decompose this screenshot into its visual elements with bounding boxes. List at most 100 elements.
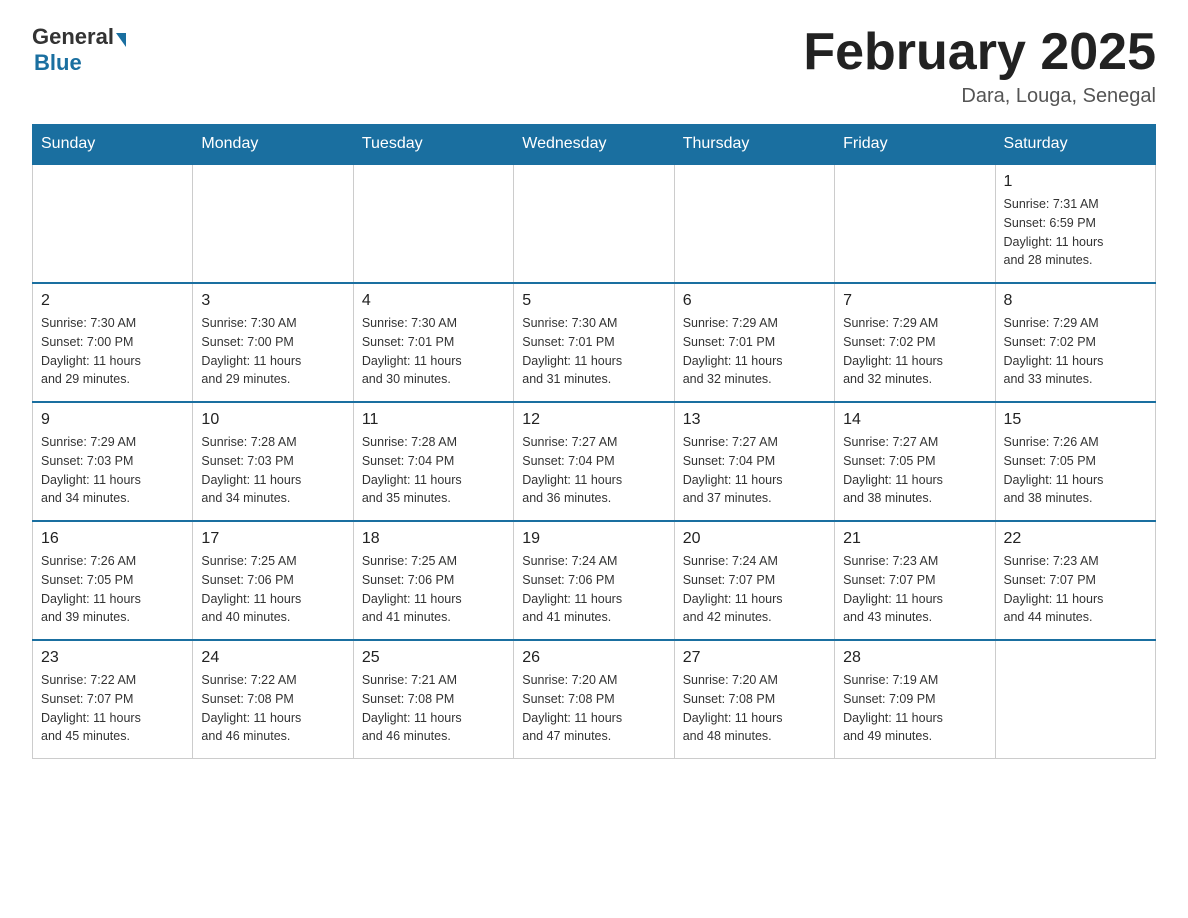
calendar-cell: 22Sunrise: 7:23 AM Sunset: 7:07 PM Dayli… (995, 521, 1155, 640)
calendar-cell: 24Sunrise: 7:22 AM Sunset: 7:08 PM Dayli… (193, 640, 353, 759)
weekday-header-sunday: Sunday (33, 125, 193, 165)
day-number: 20 (683, 530, 826, 548)
calendar-cell: 8 Sunrise: 7:29 AM Sunset: 7:02 PM Daylig… (995, 283, 1155, 402)
calendar-cell: 2Sunrise: 7:30 AM Sunset: 7:00 PM Daylig… (33, 283, 193, 402)
day-info: Sunrise: 7:29 AM Sunset: 7:02 PM Dayligh… (1004, 314, 1147, 389)
day-info: Sunrise: 7:30 AM Sunset: 7:01 PM Dayligh… (362, 314, 505, 389)
weekday-header-friday: Friday (835, 125, 995, 165)
calendar-cell: 25 Sunrise: 7:21 AM Sunset: 7:08 PM Dayli… (353, 640, 513, 759)
day-number: 9 (41, 411, 184, 429)
calendar-cell: 16 Sunrise: 7:26 AM Sunset: 7:05 PM Dayli… (33, 521, 193, 640)
day-number: 10 (201, 411, 344, 429)
day-number: 18 (362, 530, 505, 548)
day-number: 23 (41, 649, 184, 667)
day-info: Sunrise: 7:21 AM Sunset: 7:08 PM Dayligh… (362, 671, 505, 746)
calendar-cell: 28 Sunrise: 7:19 AM Sunset: 7:09 PM Dayli… (835, 640, 995, 759)
day-number: 19 (522, 530, 665, 548)
calendar-week-2: 2 Sunrise: 7:30 AM Sunset: 7:00 PM Daylig… (33, 283, 1156, 402)
weekday-header-row: SundayMondayTuesdayWednesdayThursdayFrid… (33, 125, 1156, 165)
weekday-header-wednesday: Wednesday (514, 125, 674, 165)
logo: General Blue (32, 24, 126, 76)
logo-blue-text: Blue (34, 50, 82, 76)
calendar-cell: 13Sunrise: 7:27 AM Sunset: 7:04 PM Dayli… (674, 402, 834, 521)
day-number: 12 (522, 411, 665, 429)
day-number: 17 (201, 530, 344, 548)
calendar-cell: 26 Sunrise: 7:20 AM Sunset: 7:08 PM Dayli… (514, 640, 674, 759)
calendar-week-3: 9 Sunrise: 7:29 AM Sunset: 7:03 PM Daylig… (33, 402, 1156, 521)
calendar-cell: 15 Sunrise: 7:26 AM Sunset: 7:05 PM Dayli… (995, 402, 1155, 521)
day-info: Sunrise: 7:20 AM Sunset: 7:08 PM Dayligh… (683, 671, 826, 746)
day-number: 6 (683, 292, 826, 310)
calendar-cell (353, 164, 513, 283)
calendar-cell (193, 164, 353, 283)
day-number: 21 (843, 530, 986, 548)
weekday-header-thursday: Thursday (674, 125, 834, 165)
day-info: Sunrise: 7:25 AM Sunset: 7:06 PM Dayligh… (362, 552, 505, 627)
day-number: 25 (362, 649, 505, 667)
calendar-cell (995, 640, 1155, 759)
calendar-cell: 23Sunrise: 7:22 AM Sunset: 7:07 PM Dayli… (33, 640, 193, 759)
calendar-cell: 10 Sunrise: 7:28 AM Sunset: 7:03 PM Dayli… (193, 402, 353, 521)
day-info: Sunrise: 7:31 AM Sunset: 6:59 PM Dayligh… (1004, 195, 1147, 270)
calendar-cell (514, 164, 674, 283)
day-info: Sunrise: 7:22 AM Sunset: 7:08 PM Dayligh… (201, 671, 344, 746)
day-info: Sunrise: 7:26 AM Sunset: 7:05 PM Dayligh… (41, 552, 184, 627)
calendar-cell: 21 Sunrise: 7:23 AM Sunset: 7:07 PM Dayli… (835, 521, 995, 640)
location-label: Dara, Louga, Senegal (803, 85, 1156, 108)
calendar-cell: 17 Sunrise: 7:25 AM Sunset: 7:06 PM Dayli… (193, 521, 353, 640)
day-number: 13 (683, 411, 826, 429)
day-number: 16 (41, 530, 184, 548)
logo-triangle-icon (116, 33, 126, 47)
calendar-cell: 9 Sunrise: 7:29 AM Sunset: 7:03 PM Daylig… (33, 402, 193, 521)
calendar-cell: 6 Sunrise: 7:29 AM Sunset: 7:01 PM Daylig… (674, 283, 834, 402)
calendar-cell: 20 Sunrise: 7:24 AM Sunset: 7:07 PM Dayli… (674, 521, 834, 640)
day-info: Sunrise: 7:30 AM Sunset: 7:01 PM Dayligh… (522, 314, 665, 389)
day-number: 15 (1004, 411, 1147, 429)
calendar-cell: 18 Sunrise: 7:25 AM Sunset: 7:06 PM Dayli… (353, 521, 513, 640)
day-number: 3 (201, 292, 344, 310)
calendar-cell: 14 Sunrise: 7:27 AM Sunset: 7:05 PM Dayli… (835, 402, 995, 521)
calendar-cell: 4 Sunrise: 7:30 AM Sunset: 7:01 PM Daylig… (353, 283, 513, 402)
calendar-cell (674, 164, 834, 283)
day-info: Sunrise: 7:26 AM Sunset: 7:05 PM Dayligh… (1004, 433, 1147, 508)
calendar-cell: 11 Sunrise: 7:28 AM Sunset: 7:04 PM Dayli… (353, 402, 513, 521)
calendar-week-1: 1 Sunrise: 7:31 AM Sunset: 6:59 PM Daylig… (33, 164, 1156, 283)
calendar-week-5: 23Sunrise: 7:22 AM Sunset: 7:07 PM Dayli… (33, 640, 1156, 759)
calendar-cell: 5 Sunrise: 7:30 AM Sunset: 7:01 PM Daylig… (514, 283, 674, 402)
day-info: Sunrise: 7:29 AM Sunset: 7:01 PM Dayligh… (683, 314, 826, 389)
day-info: Sunrise: 7:29 AM Sunset: 7:02 PM Dayligh… (843, 314, 986, 389)
day-info: Sunrise: 7:23 AM Sunset: 7:07 PM Dayligh… (843, 552, 986, 627)
day-number: 26 (522, 649, 665, 667)
day-info: Sunrise: 7:28 AM Sunset: 7:03 PM Dayligh… (201, 433, 344, 508)
day-info: Sunrise: 7:25 AM Sunset: 7:06 PM Dayligh… (201, 552, 344, 627)
page-header: General Blue February 2025 Dara, Louga, … (32, 24, 1156, 108)
weekday-header-saturday: Saturday (995, 125, 1155, 165)
day-number: 4 (362, 292, 505, 310)
day-info: Sunrise: 7:19 AM Sunset: 7:09 PM Dayligh… (843, 671, 986, 746)
day-info: Sunrise: 7:30 AM Sunset: 7:00 PM Dayligh… (201, 314, 344, 389)
month-title: February 2025 (803, 24, 1156, 81)
calendar-cell (33, 164, 193, 283)
day-info: Sunrise: 7:24 AM Sunset: 7:07 PM Dayligh… (683, 552, 826, 627)
day-info: Sunrise: 7:28 AM Sunset: 7:04 PM Dayligh… (362, 433, 505, 508)
day-number: 8 (1004, 292, 1147, 310)
calendar-cell: 27Sunrise: 7:20 AM Sunset: 7:08 PM Dayli… (674, 640, 834, 759)
day-number: 1 (1004, 173, 1147, 191)
day-info: Sunrise: 7:24 AM Sunset: 7:06 PM Dayligh… (522, 552, 665, 627)
day-number: 7 (843, 292, 986, 310)
day-info: Sunrise: 7:27 AM Sunset: 7:05 PM Dayligh… (843, 433, 986, 508)
calendar-cell: 12Sunrise: 7:27 AM Sunset: 7:04 PM Dayli… (514, 402, 674, 521)
title-section: February 2025 Dara, Louga, Senegal (803, 24, 1156, 108)
calendar-table: SundayMondayTuesdayWednesdayThursdayFrid… (32, 124, 1156, 759)
calendar-cell (835, 164, 995, 283)
day-number: 2 (41, 292, 184, 310)
day-number: 28 (843, 649, 986, 667)
weekday-header-tuesday: Tuesday (353, 125, 513, 165)
calendar-week-4: 16 Sunrise: 7:26 AM Sunset: 7:05 PM Dayli… (33, 521, 1156, 640)
day-number: 5 (522, 292, 665, 310)
day-number: 11 (362, 411, 505, 429)
day-info: Sunrise: 7:29 AM Sunset: 7:03 PM Dayligh… (41, 433, 184, 508)
day-number: 22 (1004, 530, 1147, 548)
day-number: 14 (843, 411, 986, 429)
day-info: Sunrise: 7:20 AM Sunset: 7:08 PM Dayligh… (522, 671, 665, 746)
